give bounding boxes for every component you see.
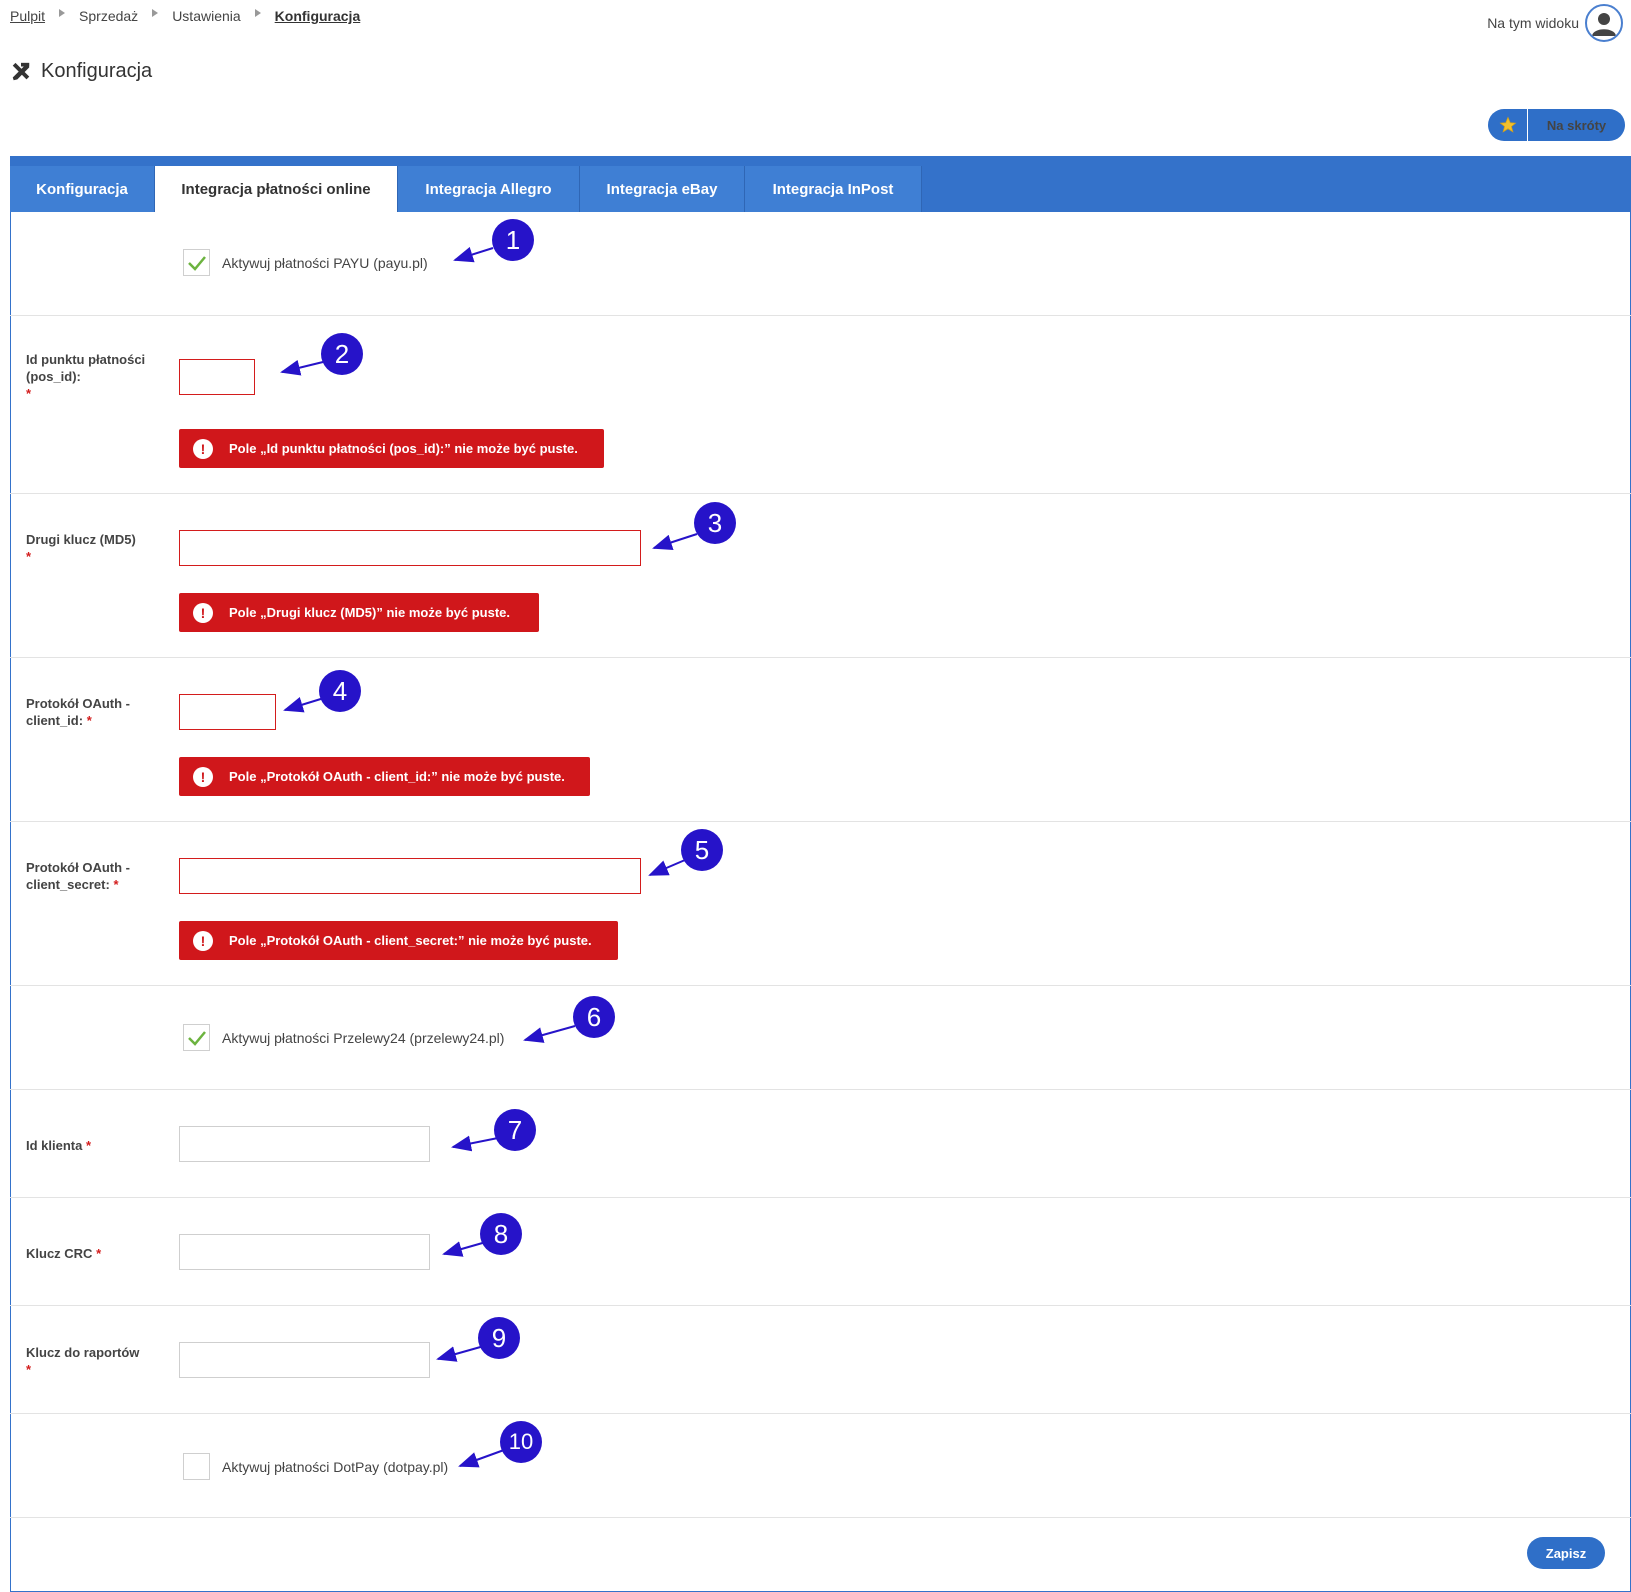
breadcrumb-ustawienia[interactable]: Ustawienia bbox=[172, 8, 240, 24]
required-marker: * bbox=[26, 1362, 32, 1377]
callout-1: 1 bbox=[492, 219, 534, 261]
star-icon bbox=[1488, 109, 1528, 141]
tab-integracja-ebay[interactable]: Integracja eBay bbox=[580, 166, 745, 212]
check-icon bbox=[187, 1030, 206, 1046]
required-marker: * bbox=[85, 1138, 92, 1153]
client-secret-error: ! Pole „Protokół OAuth - client_secret:”… bbox=[179, 921, 618, 960]
klucz-raportow-input[interactable] bbox=[179, 1342, 430, 1378]
required-marker: * bbox=[26, 386, 32, 401]
callout-3: 3 bbox=[694, 502, 736, 544]
client-id-row bbox=[10, 658, 1631, 822]
client-secret-error-text: Pole „Protokół OAuth - client_secret:” n… bbox=[229, 933, 592, 948]
id-klienta-input[interactable] bbox=[179, 1126, 430, 1162]
tab-integracja-inpost[interactable]: Integracja InPost bbox=[745, 166, 922, 212]
dotpay-checkbox-label: Aktywuj płatności DotPay (dotpay.pl) bbox=[222, 1459, 449, 1475]
id-klienta-label: Id klienta * bbox=[26, 1137, 156, 1154]
page-title: Konfiguracja bbox=[10, 60, 152, 83]
klucz-raportow-label-text: Klucz do raportów bbox=[26, 1345, 140, 1360]
client-id-label: Protokół OAuth - client_id: * bbox=[26, 695, 156, 729]
klucz-crc-input[interactable] bbox=[179, 1234, 430, 1270]
tab-bar: Konfiguracja Integracja płatności online… bbox=[10, 156, 1631, 212]
breadcrumb-sprzedaz[interactable]: Sprzedaż bbox=[79, 8, 138, 24]
klucz-raportow-label: Klucz do raportów * bbox=[26, 1344, 156, 1378]
shortcut-button[interactable]: Na skróty bbox=[1488, 109, 1625, 141]
breadcrumb-separator-icon bbox=[152, 9, 159, 17]
dotpay-checkbox[interactable] bbox=[183, 1453, 210, 1480]
payu-checkbox-label: Aktywuj płatności PAYU (payu.pl) bbox=[222, 255, 428, 271]
check-icon bbox=[187, 255, 206, 271]
md5-label-text: Drugi klucz (MD5) bbox=[26, 532, 136, 547]
callout-4: 4 bbox=[319, 670, 361, 712]
callout-5: 5 bbox=[681, 829, 723, 871]
client-secret-label: Protokół OAuth - client_secret: * bbox=[26, 859, 156, 893]
callout-7: 7 bbox=[494, 1109, 536, 1151]
client-id-input[interactable] bbox=[179, 694, 276, 730]
save-button[interactable]: Zapisz bbox=[1527, 1537, 1605, 1569]
error-icon: ! bbox=[193, 766, 213, 787]
required-marker: * bbox=[113, 877, 119, 892]
callout-2: 2 bbox=[321, 333, 363, 375]
shortcut-label: Na skróty bbox=[1546, 117, 1607, 133]
tools-icon bbox=[12, 62, 30, 80]
client-id-label-text: Protokół OAuth - client_id: bbox=[26, 696, 130, 728]
klucz-crc-label: Klucz CRC * bbox=[26, 1245, 156, 1262]
id-klienta-label-text: Id klienta bbox=[26, 1138, 83, 1153]
pos-id-label-text: Id punktu płatności (pos_id): bbox=[26, 352, 146, 384]
client-id-error-text: Pole „Protokół OAuth - client_id:” nie m… bbox=[229, 769, 565, 784]
required-marker: * bbox=[96, 1246, 102, 1261]
pos-id-input[interactable] bbox=[179, 359, 255, 395]
breadcrumb: Pulpit Sprzedaż Ustawienia Konfiguracja bbox=[10, 8, 360, 24]
md5-error-text: Pole „Drugi klucz (MD5)” nie może być pu… bbox=[229, 605, 510, 620]
client-secret-row bbox=[10, 822, 1631, 986]
callout-10: 10 bbox=[500, 1421, 542, 1463]
pos-id-label: Id punktu płatności (pos_id): * bbox=[26, 351, 156, 402]
view-user[interactable]: Na tym widoku bbox=[1487, 4, 1623, 42]
breadcrumb-separator-icon bbox=[254, 9, 261, 17]
pos-id-error-text: Pole „Id punktu płatności (pos_id):” nie… bbox=[229, 441, 578, 456]
md5-input[interactable] bbox=[179, 530, 641, 566]
breadcrumb-konfiguracja[interactable]: Konfiguracja bbox=[275, 8, 361, 24]
error-icon: ! bbox=[193, 602, 213, 623]
breadcrumb-separator-icon bbox=[59, 9, 66, 17]
view-user-label: Na tym widoku bbox=[1487, 15, 1579, 31]
avatar-icon[interactable] bbox=[1585, 4, 1623, 42]
callout-6: 6 bbox=[573, 996, 615, 1038]
pos-id-error: ! Pole „Id punktu płatności (pos_id):” n… bbox=[179, 429, 604, 468]
error-icon: ! bbox=[193, 438, 213, 459]
callout-9: 9 bbox=[478, 1317, 520, 1359]
client-secret-input[interactable] bbox=[179, 858, 641, 894]
required-marker: * bbox=[86, 713, 92, 728]
klucz-crc-label-text: Klucz CRC bbox=[26, 1246, 93, 1261]
breadcrumb-pulpit[interactable]: Pulpit bbox=[10, 8, 45, 24]
przelewy24-checkbox[interactable] bbox=[183, 1024, 210, 1051]
callout-8: 8 bbox=[480, 1213, 522, 1255]
tab-integracja-platnosci-online[interactable]: Integracja płatności online bbox=[155, 166, 398, 212]
client-id-error: ! Pole „Protokół OAuth - client_id:” nie… bbox=[179, 757, 590, 796]
tab-konfiguracja[interactable]: Konfiguracja bbox=[10, 166, 155, 212]
error-icon: ! bbox=[193, 930, 213, 951]
payu-checkbox[interactable] bbox=[183, 249, 210, 276]
md5-error: ! Pole „Drugi klucz (MD5)” nie może być … bbox=[179, 593, 539, 632]
required-marker: * bbox=[26, 549, 32, 564]
md5-row bbox=[10, 494, 1631, 658]
page-title-text: Konfiguracja bbox=[41, 60, 153, 82]
tab-integracja-allegro[interactable]: Integracja Allegro bbox=[398, 166, 580, 212]
md5-label: Drugi klucz (MD5) * bbox=[26, 531, 156, 565]
przelewy24-checkbox-label: Aktywuj płatności Przelewy24 (przelewy24… bbox=[222, 1030, 505, 1046]
